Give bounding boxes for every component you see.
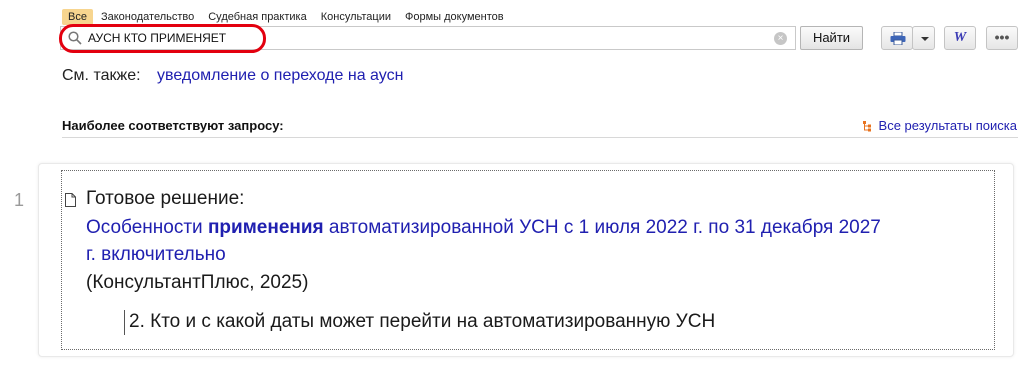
see-also: См. также: уведомление о переходе на аус…	[62, 67, 403, 85]
result-doc-type: Готовое решение:	[86, 188, 245, 209]
see-also-label: См. также:	[62, 67, 141, 84]
tab-all[interactable]: Все	[62, 9, 93, 25]
results-header: Наиболее соответствуют запросу:	[62, 118, 284, 133]
tab-document-forms[interactable]: Формы документов	[399, 9, 510, 25]
find-button[interactable]: Найти	[800, 26, 863, 50]
see-also-link[interactable]: уведомление о переходе на аусн	[157, 67, 403, 84]
search-tabs: Все Законодательство Судебная практика К…	[62, 9, 512, 25]
more-options-button[interactable]: •••	[986, 26, 1018, 50]
search-icon	[68, 31, 82, 45]
search-input[interactable]	[88, 29, 768, 47]
tab-court-practice[interactable]: Судебная практика	[202, 9, 312, 25]
tree-icon	[862, 120, 871, 131]
export-word-button[interactable]: W	[944, 26, 976, 50]
result-number: 1	[14, 190, 25, 210]
more-icon: •••	[994, 29, 1010, 45]
printer-icon	[890, 32, 906, 45]
title-part-1: Особенности	[86, 217, 208, 238]
word-icon: W	[953, 30, 967, 45]
title-highlight: применения	[207, 217, 324, 238]
divider	[62, 137, 1018, 138]
sub-item-bar	[124, 310, 125, 335]
all-results-label: Все результаты поиска	[878, 118, 1017, 133]
chevron-down-icon	[921, 37, 929, 41]
result-source: (КонсультантПлюс, 2025)	[86, 272, 309, 293]
all-results-link[interactable]: Все результаты поиска	[862, 118, 1017, 133]
search-box: ×	[60, 26, 796, 50]
document-icon	[65, 193, 76, 207]
tab-legislation[interactable]: Законодательство	[95, 9, 200, 25]
result-title-link[interactable]: Особенности применения автоматизированно…	[86, 214, 886, 268]
print-button[interactable]	[881, 26, 913, 50]
print-options-dropdown[interactable]	[912, 26, 935, 50]
result-sub-item[interactable]: 2. Кто и с какой даты может перейти на а…	[129, 311, 715, 333]
tab-consultations[interactable]: Консультации	[315, 9, 397, 25]
clear-search-icon[interactable]: ×	[774, 32, 787, 45]
